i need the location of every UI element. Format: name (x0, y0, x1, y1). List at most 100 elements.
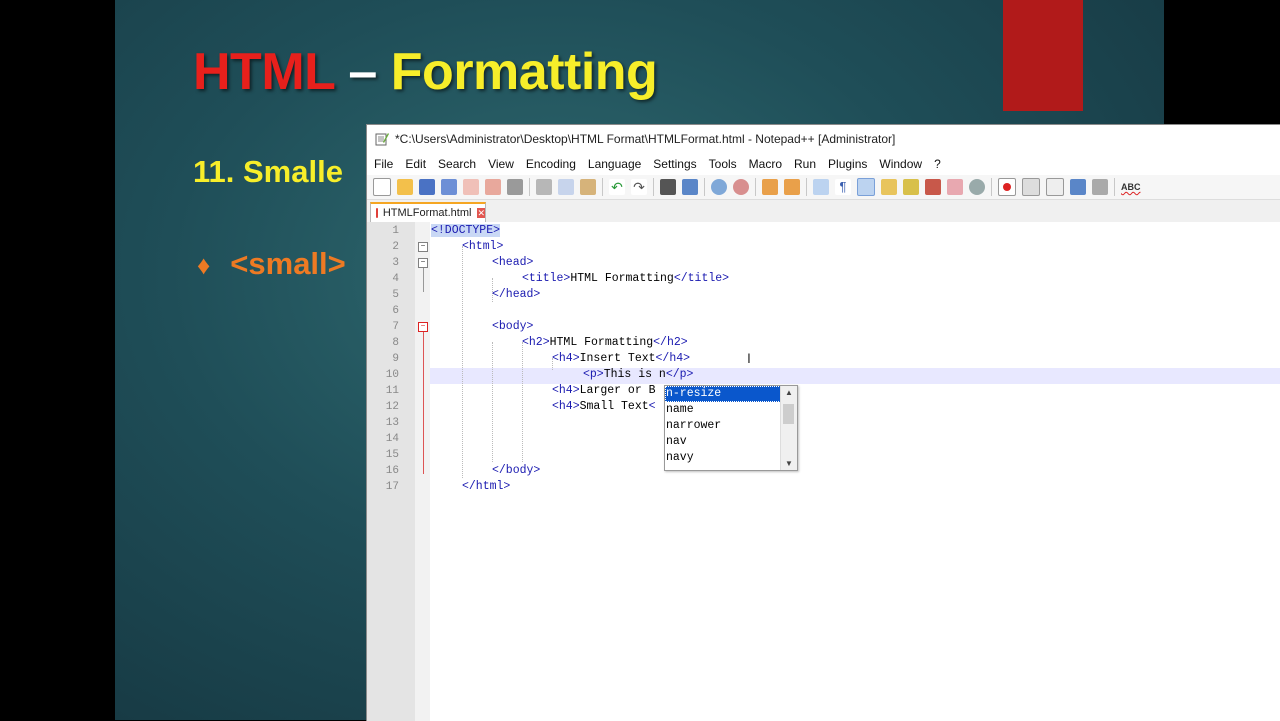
code-tag: </h4> (655, 352, 691, 365)
replace-icon[interactable] (682, 179, 698, 195)
zoom-in-icon[interactable] (711, 179, 727, 195)
scroll-up-icon[interactable]: ▲ (781, 388, 797, 397)
code-tag: </head> (492, 288, 541, 301)
menu-macro[interactable]: Macro (749, 157, 782, 171)
tab-close-icon[interactable]: ✕ (477, 208, 485, 218)
slide-title-html: HTML (193, 43, 335, 101)
code-tag: </p> (665, 368, 694, 381)
code-tag: <h4> (552, 384, 580, 397)
show-all-chars-icon[interactable]: ¶ (835, 179, 851, 195)
code-tag: </html> (462, 480, 511, 493)
cut-icon[interactable] (536, 179, 552, 195)
toolbar-separator (755, 178, 756, 196)
autocomplete-item[interactable]: nav (665, 434, 797, 450)
line-number: 3 (392, 257, 399, 269)
spell-check-icon[interactable]: ABC (1121, 179, 1141, 195)
toolbar: ↶ ↷ ¶ ABC (367, 175, 1280, 200)
code-tag: <h4> (552, 400, 580, 413)
fold-toggle-body[interactable]: − (418, 322, 428, 332)
code-tag: <h2> (522, 336, 550, 349)
menu-tools[interactable]: Tools (709, 157, 737, 171)
open-file-icon[interactable] (397, 179, 413, 195)
code-line-10: <p>This is n</p> (583, 368, 693, 381)
fold-toggle-html[interactable]: − (418, 242, 428, 252)
menu-edit[interactable]: Edit (405, 157, 426, 171)
redo-icon[interactable]: ↷ (631, 179, 647, 195)
new-file-icon[interactable] (373, 178, 391, 196)
record-macro-icon[interactable] (998, 178, 1016, 196)
autocomplete-item[interactable]: n-resize (665, 386, 781, 402)
menu-window[interactable]: Window (879, 157, 922, 171)
save-icon[interactable] (419, 179, 435, 195)
code-line-9: <h4>Insert Text</h4> (552, 352, 690, 365)
code-tag: < (648, 400, 656, 413)
eye-icon[interactable] (969, 179, 985, 195)
folder-workspace-icon[interactable] (925, 179, 941, 195)
save-macro-icon[interactable] (1092, 179, 1108, 195)
play-macro-icon[interactable] (1046, 178, 1064, 196)
autocomplete-item[interactable]: navy (665, 450, 797, 466)
menu-search[interactable]: Search (438, 157, 476, 171)
scroll-down-icon[interactable]: ▼ (781, 459, 797, 468)
line-number: 7 (392, 321, 399, 333)
code-line-12: <h4>Small Text< (552, 400, 656, 413)
menu-file[interactable]: File (374, 157, 393, 171)
run-macro-multiple-icon[interactable] (1070, 179, 1086, 195)
tab-htmlformat[interactable]: HTMLFormat.html ✕ (370, 202, 486, 222)
save-all-icon[interactable] (441, 179, 457, 195)
sync-h-icon[interactable] (784, 179, 800, 195)
menu-view[interactable]: View (488, 157, 514, 171)
code-tag: <!DOCTYPE> (431, 224, 501, 237)
line-number: 12 (385, 401, 399, 413)
code-tag: <html> (462, 240, 504, 253)
menu-plugins[interactable]: Plugins (828, 157, 867, 171)
line-number: 10 (385, 369, 399, 381)
code-line-2: <html> (462, 240, 503, 253)
code-line-3: <head> (492, 256, 533, 269)
text-cursor-icon: I (747, 350, 751, 366)
toolbar-separator (806, 178, 807, 196)
toolbar-separator (529, 178, 530, 196)
paste-icon[interactable] (580, 179, 596, 195)
undo-icon[interactable]: ↶ (609, 179, 625, 195)
doc-map-icon[interactable] (881, 179, 897, 195)
stop-record-icon[interactable] (1022, 178, 1040, 196)
toolbar-separator (704, 178, 705, 196)
autocomplete-popup[interactable]: n-resize name narrower nav navy ▲ ▼ (664, 385, 798, 471)
code-editor[interactable]: − − − 1 2 3 4 5 6 7 8 9 10 11 12 13 14 1… (367, 222, 1280, 721)
menu-help[interactable]: ? (934, 157, 941, 171)
indent-guide-icon[interactable] (857, 178, 875, 196)
scrollbar-thumb[interactable] (783, 404, 794, 424)
menu-settings[interactable]: Settings (653, 157, 696, 171)
code-tag: </title> (673, 272, 730, 285)
menu-language[interactable]: Language (588, 157, 641, 171)
code-tag: <title> (522, 272, 571, 285)
monitoring-icon[interactable] (947, 179, 963, 195)
autocomplete-scrollbar[interactable]: ▲ ▼ (780, 386, 797, 470)
fold-toggle-head[interactable]: − (418, 258, 428, 268)
code-line-7: <body> (492, 320, 533, 333)
line-number: 6 (392, 305, 399, 317)
code-tag: <head> (492, 256, 534, 269)
copy-icon[interactable] (558, 179, 574, 195)
function-list-icon[interactable] (903, 179, 919, 195)
menu-encoding[interactable]: Encoding (526, 157, 576, 171)
autocomplete-item[interactable]: narrower (665, 418, 797, 434)
slide-title: HTML – Formatting (193, 42, 658, 102)
line-number: 16 (385, 465, 399, 477)
line-number: 11 (385, 385, 399, 397)
close-icon[interactable] (463, 179, 479, 195)
print-icon[interactable] (507, 179, 523, 195)
menu-run[interactable]: Run (794, 157, 816, 171)
code-line-17: </html> (462, 480, 510, 493)
find-icon[interactable] (660, 179, 676, 195)
word-wrap-icon[interactable] (813, 179, 829, 195)
bullet-diamond-icon: ♦ (197, 250, 211, 280)
autocomplete-item[interactable]: name (665, 402, 797, 418)
decorative-red-block (1003, 0, 1083, 111)
zoom-out-icon[interactable] (733, 179, 749, 195)
close-all-icon[interactable] (485, 179, 501, 195)
sync-v-icon[interactable] (762, 179, 778, 195)
title-bar[interactable]: *C:\Users\Administrator\Desktop\HTML For… (367, 125, 1280, 153)
line-number: 8 (392, 337, 399, 349)
